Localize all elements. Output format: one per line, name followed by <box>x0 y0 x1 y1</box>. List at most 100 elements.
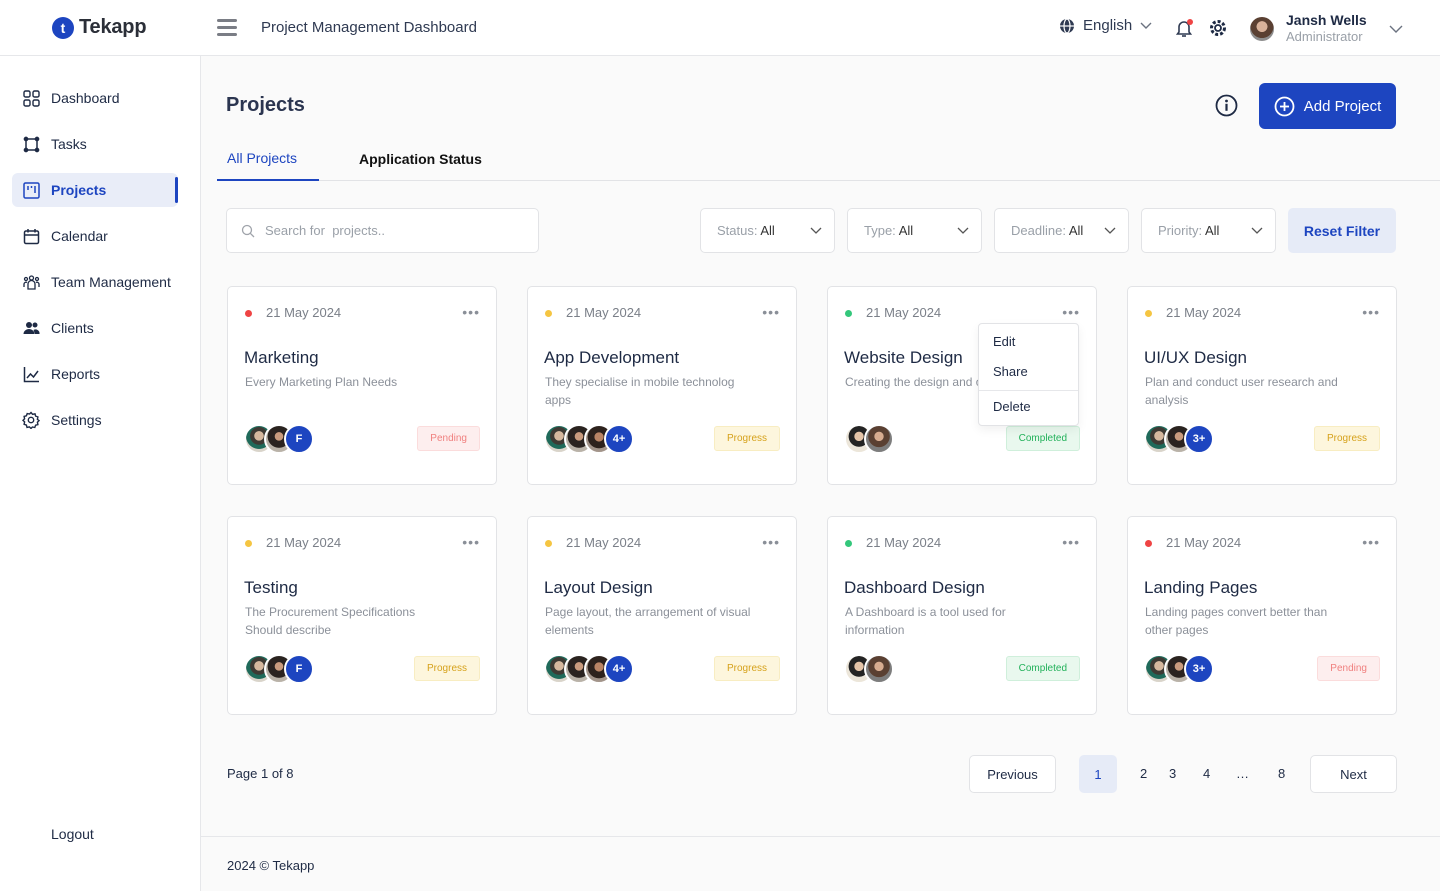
logo-text: Tekapp <box>79 16 147 38</box>
member-avatars: 4+ <box>544 424 634 454</box>
sidebar-item-label: Reports <box>51 366 101 382</box>
menu-divider <box>979 390 1078 391</box>
project-card[interactable]: 21 May 2024 ••• Marketing Every Marketing P… <box>227 286 497 485</box>
more-options-icon[interactable]: ••• <box>762 535 780 549</box>
project-tabs: All Projects Application Status <box>217 136 1440 181</box>
project-card[interactable]: 21 May 2024 ••• Dashboard Design A Dashboar… <box>827 516 1097 715</box>
projects-icon <box>22 181 40 199</box>
chevron-down-icon <box>810 227 822 234</box>
sidebar-item-projects[interactable]: Projects <box>12 173 178 207</box>
more-members-avatar: 3+ <box>1184 654 1214 684</box>
sidebar-item-label: Team Management <box>51 274 171 290</box>
search-input[interactable] <box>265 223 505 238</box>
more-members-avatar: F <box>284 424 314 454</box>
search-icon <box>241 224 255 237</box>
card-description: A Dashboard is a tool used for informati… <box>845 605 1006 637</box>
filter-key: Status: <box>717 223 758 238</box>
page-3[interactable]: 3 <box>1169 766 1176 781</box>
sidebar-item-label: Calendar <box>51 228 108 244</box>
sidebar-item-label: Settings <box>51 412 102 428</box>
status-filter[interactable]: Status: All <box>700 208 835 253</box>
sidebar-item-clients[interactable]: Clients <box>12 311 178 345</box>
filter-value: All <box>1068 223 1084 238</box>
project-card[interactable]: 21 May 2024 ••• Layout Design Page layout, … <box>527 516 797 715</box>
sidebar-item-label: Dashboard <box>51 90 120 106</box>
more-options-icon[interactable]: ••• <box>762 305 780 319</box>
card-title: App Development <box>544 348 680 367</box>
language-selector[interactable]: English <box>1059 17 1152 34</box>
add-project-button[interactable]: Add Project <box>1259 83 1396 129</box>
card-date: 21 May 2024 <box>866 535 942 550</box>
filter-value: All <box>760 223 775 238</box>
project-card[interactable]: 21 May 2024 ••• App Development They specia… <box>527 286 797 485</box>
deadline-filter[interactable]: Deadline: All <box>994 208 1129 253</box>
card-title: Layout Design <box>544 578 653 597</box>
card-date: 21 May 2024 <box>566 535 642 550</box>
member-avatars: 3+ <box>1144 424 1214 454</box>
member-avatars: 4+ <box>544 654 634 684</box>
page-2[interactable]: 2 <box>1140 766 1147 781</box>
sidebar-item-calendar[interactable]: Calendar <box>12 219 178 253</box>
more-options-icon[interactable]: ••• <box>1062 305 1080 319</box>
sidebar-item-reports[interactable]: Reports <box>12 357 178 391</box>
user-role: Administrator <box>1286 29 1363 44</box>
sidebar-item-settings[interactable]: Settings <box>12 403 178 437</box>
project-card[interactable]: 21 May 2024 ••• Testing The Procurement Spe… <box>227 516 497 715</box>
next-button[interactable]: Next <box>1310 755 1397 793</box>
more-members-avatar: 4+ <box>604 654 634 684</box>
footer: 2024 © Tekapp <box>201 836 1440 891</box>
chevron-down-icon <box>1251 227 1263 234</box>
filter-key: Type: <box>864 223 896 238</box>
filter-value: All <box>898 223 914 238</box>
reset-filter-button[interactable]: Reset Filter <box>1288 208 1396 253</box>
sidebar-item-dashboard[interactable]: Dashboard <box>12 81 178 115</box>
add-project-label: Add Project <box>1303 97 1382 115</box>
sidebar: Dashboard Tasks Projects Calendar Team M… <box>0 56 201 891</box>
logo[interactable]: t Tekapp <box>52 16 147 39</box>
priority-filter[interactable]: Priority: All <box>1141 208 1276 253</box>
status-dot <box>845 310 852 317</box>
info-button[interactable] <box>1215 94 1238 117</box>
card-description: The Procurement Specifications Should de… <box>245 605 416 637</box>
sidebar-item-label: Tasks <box>51 136 87 152</box>
project-card[interactable]: 21 May 2024 ••• UI/UX Design Plan and condu… <box>1127 286 1397 485</box>
card-date: 21 May 2024 <box>1166 305 1242 320</box>
page-4[interactable]: 4 <box>1203 766 1210 781</box>
status-dot <box>245 540 252 547</box>
project-card[interactable]: 21 May 2024 ••• Landing Pages Landing pages… <box>1127 516 1397 715</box>
more-options-icon[interactable]: ••• <box>1062 535 1080 549</box>
filter-value: All <box>1204 223 1220 238</box>
hamburger-menu-icon[interactable] <box>217 19 237 37</box>
member-avatar <box>864 654 894 684</box>
previous-button[interactable]: Previous <box>969 755 1056 793</box>
menu-item-delete[interactable]: Delete <box>993 399 1031 414</box>
type-filter[interactable]: Type: All <box>847 208 982 253</box>
tab-application-status[interactable]: Application Status <box>359 136 482 181</box>
menu-item-edit[interactable]: Edit <box>993 334 1015 349</box>
card-description: Every Marketing Plan Needs <box>245 375 398 389</box>
globe-icon <box>1060 17 1074 34</box>
more-options-icon[interactable]: ••• <box>1362 305 1380 319</box>
more-options-icon[interactable]: ••• <box>462 535 480 549</box>
sidebar-item-team-management[interactable]: Team Management <box>12 265 178 299</box>
page-ellipsis: … <box>1236 766 1249 781</box>
more-members-avatar: 3+ <box>1184 424 1214 454</box>
sidebar-item-tasks[interactable]: Tasks <box>12 127 178 161</box>
gear-icon <box>22 411 40 429</box>
status-dot <box>245 310 252 317</box>
user-menu[interactable]: Jansh Wells Administrator <box>1250 12 1403 46</box>
more-options-icon[interactable]: ••• <box>1362 535 1380 549</box>
page-8[interactable]: 8 <box>1278 766 1285 781</box>
card-date: 21 May 2024 <box>266 535 342 550</box>
page-1-current[interactable]: 1 <box>1079 755 1117 793</box>
card-date: 21 May 2024 <box>1166 535 1242 550</box>
card-title: Dashboard Design <box>844 578 985 597</box>
menu-item-share[interactable]: Share <box>993 364 1028 379</box>
chevron-down-icon <box>1389 25 1403 33</box>
settings-button[interactable] <box>1208 18 1228 38</box>
card-date: 21 May 2024 <box>566 305 642 320</box>
logout-link[interactable]: Logout <box>51 826 94 842</box>
notifications-button[interactable] <box>1174 18 1194 38</box>
tab-all-projects[interactable]: All Projects <box>217 136 319 181</box>
more-options-icon[interactable]: ••• <box>462 305 480 319</box>
